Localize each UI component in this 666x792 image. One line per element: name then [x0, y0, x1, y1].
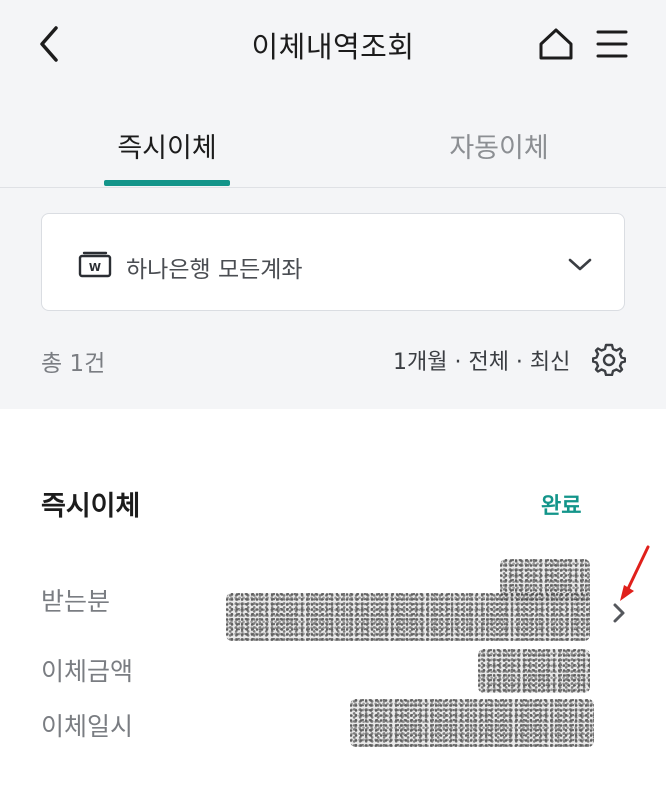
redacted-date	[350, 699, 594, 747]
redacted-recipient-account	[226, 593, 590, 641]
chevron-down-icon	[566, 256, 594, 274]
wallet-icon: W	[78, 251, 112, 279]
transfer-card[interactable]: 즉시이체 완료 받는분 이체금액 이체일시	[0, 409, 666, 792]
app-header: 이체내역조회	[0, 0, 666, 90]
home-icon[interactable]	[536, 24, 576, 64]
redacted-amount	[478, 649, 590, 693]
gear-icon[interactable]	[591, 342, 627, 377]
svg-text:W: W	[89, 261, 101, 274]
divider	[0, 187, 666, 188]
filter-summary[interactable]: 1개월 · 전체 · 최신	[393, 344, 570, 376]
date-label: 이체일시	[41, 712, 134, 741]
transfer-type-tabs: 즉시이체 자동이체	[0, 100, 666, 189]
active-tab-indicator	[104, 180, 230, 186]
tab-instant-transfer[interactable]: 즉시이체	[104, 126, 230, 165]
account-select-label: 하나은행 모든계좌	[126, 257, 303, 283]
account-dropdown[interactable]: W 하나은행 모든계좌	[41, 213, 625, 311]
hamburger-menu-icon[interactable]	[592, 24, 632, 64]
annotation-arrow-icon	[616, 545, 656, 605]
status-badge: 완료	[541, 494, 582, 519]
total-count: 총 1건	[41, 351, 106, 377]
transfer-title: 즉시이체	[41, 491, 141, 522]
tab-auto-transfer[interactable]: 자동이체	[436, 126, 562, 165]
amount-label: 이체금액	[41, 657, 134, 686]
recipient-label: 받는분	[41, 587, 111, 616]
